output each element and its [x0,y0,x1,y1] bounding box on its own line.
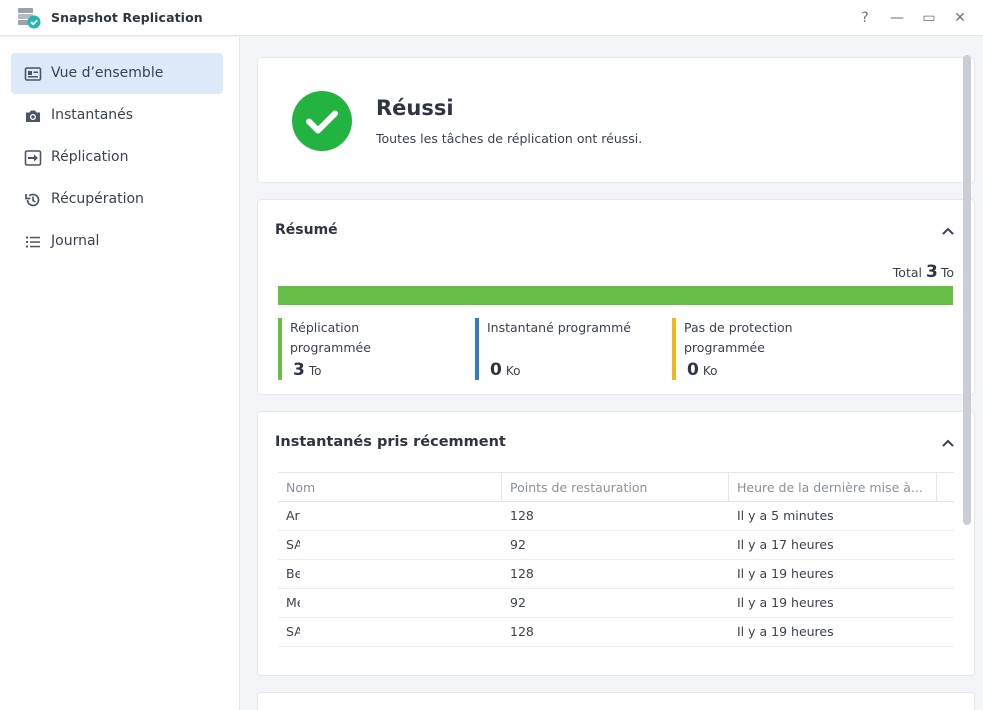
title-bar: Snapshot Replication ? — ▭ ✕ [0,0,983,36]
table-row[interactable]: SA -Drive 128 Il y a 19 heures [278,618,954,647]
cell-time: Il y a 19 heures [737,595,834,610]
total-unit: To [940,265,954,280]
app-logo-icon [18,8,41,29]
legend-scheduled-snapshot: Instantané programmé 0 Ko [475,318,637,380]
sidebar-item-replication[interactable]: Réplication [11,137,223,178]
next-card [257,692,975,710]
chevron-up-icon[interactable] [940,223,956,239]
cell-time: Il y a 17 heures [737,537,834,552]
table-row[interactable]: Ar Mails 128 Il y a 5 minutes [278,502,954,531]
usage-bar [278,286,953,305]
cell-time: Il y a 19 heures [737,566,834,581]
close-button[interactable]: ✕ [950,8,970,28]
cell-time: Il y a 5 minutes [737,508,834,523]
sidebar-item-snapshots[interactable]: Instantanés [11,95,223,136]
legend-value: 0 Ko [687,360,718,380]
sidebar-item-overview[interactable]: Vue d’ensemble [11,53,223,94]
legend-label: Instantané programmé [487,320,631,335]
redaction-block [300,593,354,613]
legend-label: Pas de protection programmée [684,320,793,355]
camera-icon [26,110,40,122]
minimize-button[interactable]: — [887,8,907,28]
sidebar-item-label: Réplication [51,149,129,165]
recovery-icon [25,193,40,207]
legend-value: 3 To [293,360,322,380]
sidebar-item-recovery[interactable]: Récupération [11,179,223,220]
cell-points: 128 [510,508,534,523]
list-icon [26,236,40,248]
status-message: Toutes les tâches de réplication ont réu… [376,131,643,146]
main-scrollbar[interactable] [963,55,971,525]
redaction-block [300,622,354,642]
cell-time: Il y a 19 heures [737,624,834,639]
status-card: Réussi Toutes les tâches de réplication … [257,57,975,183]
sidebar-item-label: Instantanés [51,107,134,123]
replication-icon [24,150,42,166]
summary-card: Résumé Total 3 To Réplication programmée 3… [257,199,975,395]
legend-label: Réplication programmée [290,320,371,355]
main-content: Réussi Toutes les tâches de réplication … [241,37,983,710]
sidebar-item-label: Journal [51,233,100,249]
success-check-icon [292,91,352,151]
cell-points: 128 [510,624,534,639]
sidebar: Vue d’ensemble Instantanés Réplication R… [0,37,240,710]
total-label: Total [892,265,922,280]
cell-points: 92 [510,595,526,610]
legend-value: 0 Ko [490,360,521,380]
app-title: Snapshot Replication [51,10,203,25]
redaction-block [300,564,354,584]
help-button[interactable]: ? [855,8,875,28]
table-row[interactable]: SA ey 92 Il y a 17 heures [278,531,954,560]
chevron-up-icon[interactable] [940,435,956,451]
legend-no-protection: Pas de protection programmée 0 Ko [672,318,834,380]
table-header: Nom Points de restauration Heure de la d… [278,472,954,502]
redaction-block [300,535,354,555]
table-row[interactable]: Be oto 2 128 Il y a 19 heures [278,560,954,589]
status-title: Réussi [376,96,454,120]
sidebar-item-label: Récupération [51,191,144,207]
cell-points: 128 [510,566,534,581]
overview-icon [24,67,42,81]
maximize-button[interactable]: ▭ [919,8,939,28]
total-value: 3 [925,262,938,282]
legend-scheduled-replication: Réplication programmée 3 To [278,318,440,380]
column-header-restore-points[interactable]: Points de restauration [502,473,729,502]
summary-title: Résumé [275,222,338,238]
column-header-last-update[interactable]: Heure de la dernière mise à... [729,473,937,502]
recent-snapshots-card: Instantanés pris récemment Nom Points de… [257,411,975,676]
sidebar-item-journal[interactable]: Journal [11,221,223,262]
snapshots-table: Nom Points de restauration Heure de la d… [278,472,954,647]
summary-total: Total 3 To [893,262,954,282]
redaction-block [300,506,354,526]
cell-points: 92 [510,537,526,552]
column-header-name[interactable]: Nom [278,473,502,502]
recent-title: Instantanés pris récemment [275,434,506,450]
usage-bar-fill [278,286,953,305]
sidebar-item-label: Vue d’ensemble [51,65,164,81]
table-row[interactable]: Me 92 Il y a 19 heures [278,589,954,618]
